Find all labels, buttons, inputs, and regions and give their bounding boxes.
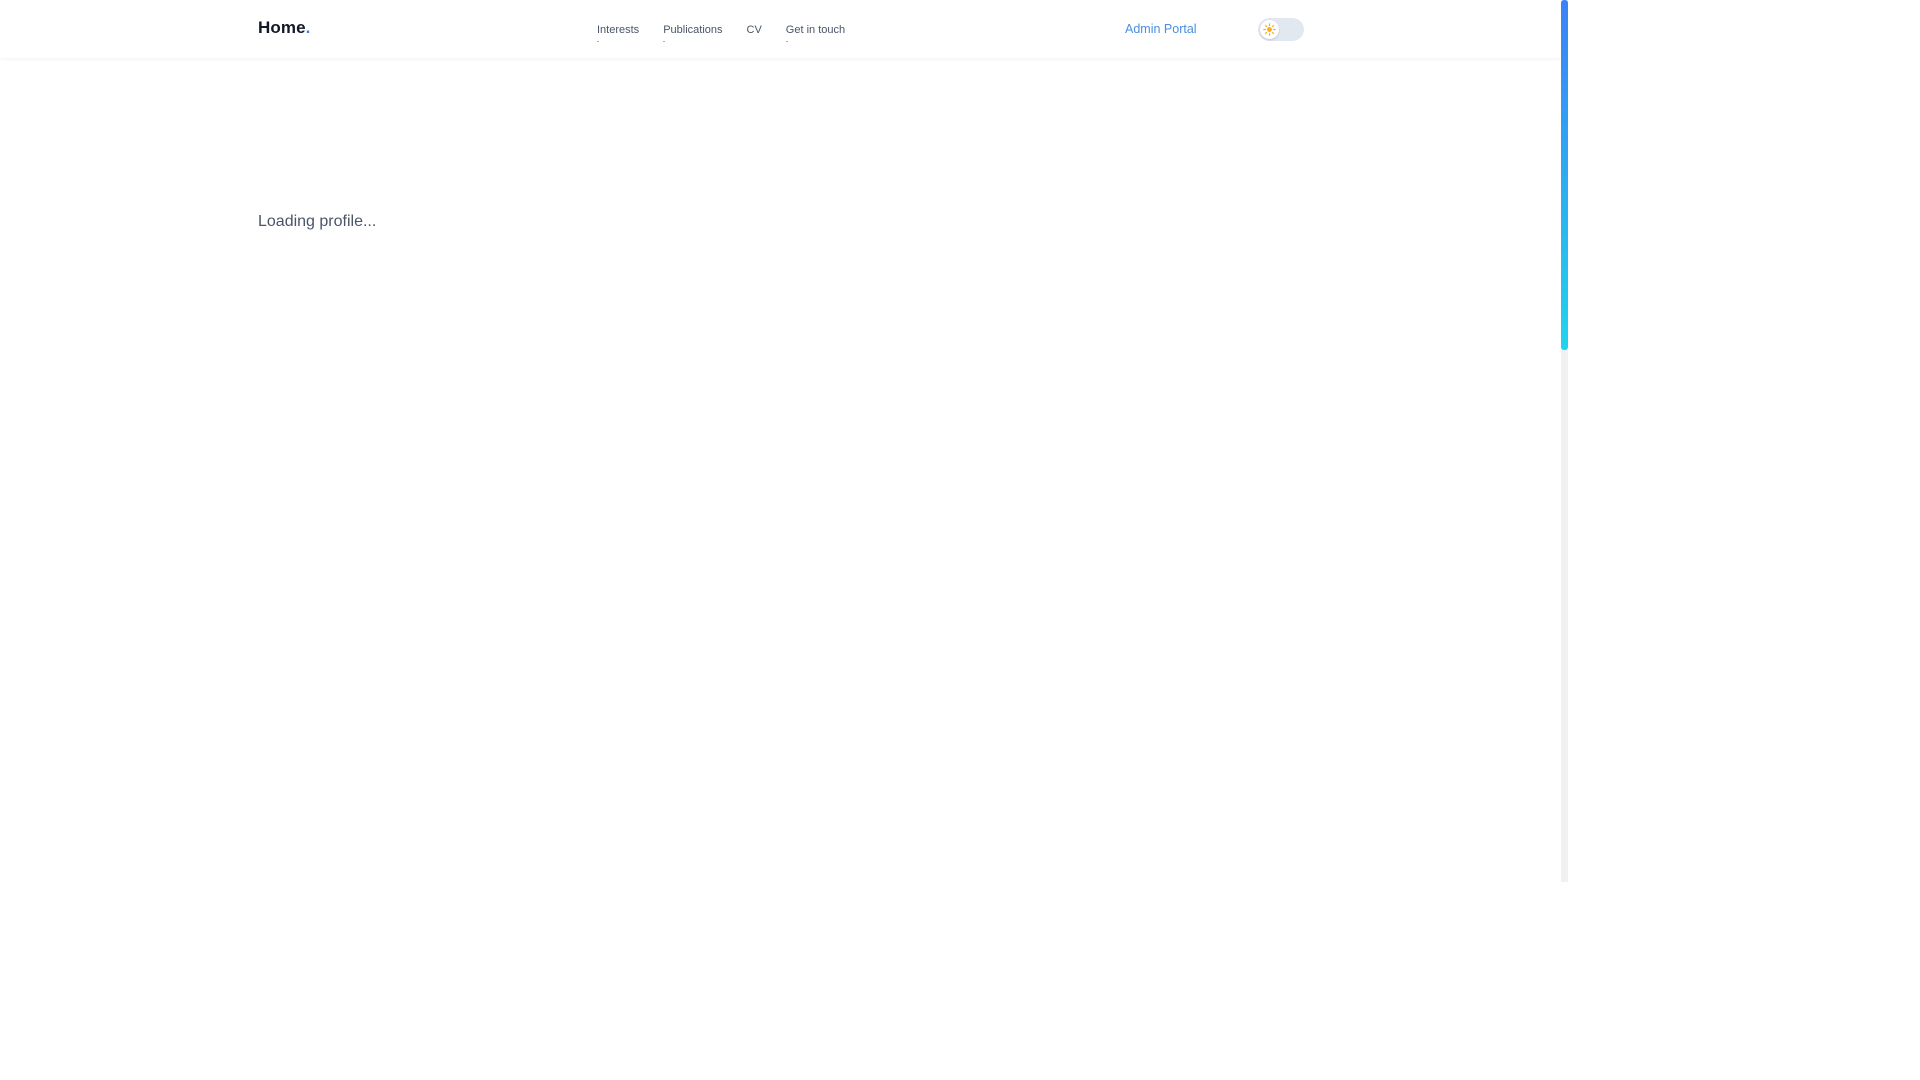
theme-toggle[interactable]	[1258, 18, 1304, 41]
toggle-knob	[1260, 20, 1279, 39]
loading-status-text: Loading profile...	[258, 213, 377, 230]
page-scrollbar[interactable]	[1561, 0, 1568, 882]
nav-link-cv[interactable]: CV	[747, 24, 762, 37]
brand-label: Home	[258, 18, 306, 37]
scrollbar-thumb[interactable]	[1561, 0, 1568, 350]
nav-link-publications[interactable]: Publications	[663, 24, 723, 42]
admin-portal-link[interactable]: Admin Portal	[1125, 22, 1197, 36]
brand-dot: .	[305, 18, 311, 37]
nav-link-get-in-touch[interactable]: Get in touch	[785, 24, 845, 42]
brand-home-link[interactable]: Home.	[258, 18, 310, 38]
nav-link-interests[interactable]: Interests	[597, 24, 639, 42]
top-nav-bar: Home. Interests Publications CV Get in t…	[0, 0, 1561, 58]
main-nav: Interests Publications CV Get in touch	[597, 24, 869, 42]
sun-icon	[1263, 23, 1276, 36]
